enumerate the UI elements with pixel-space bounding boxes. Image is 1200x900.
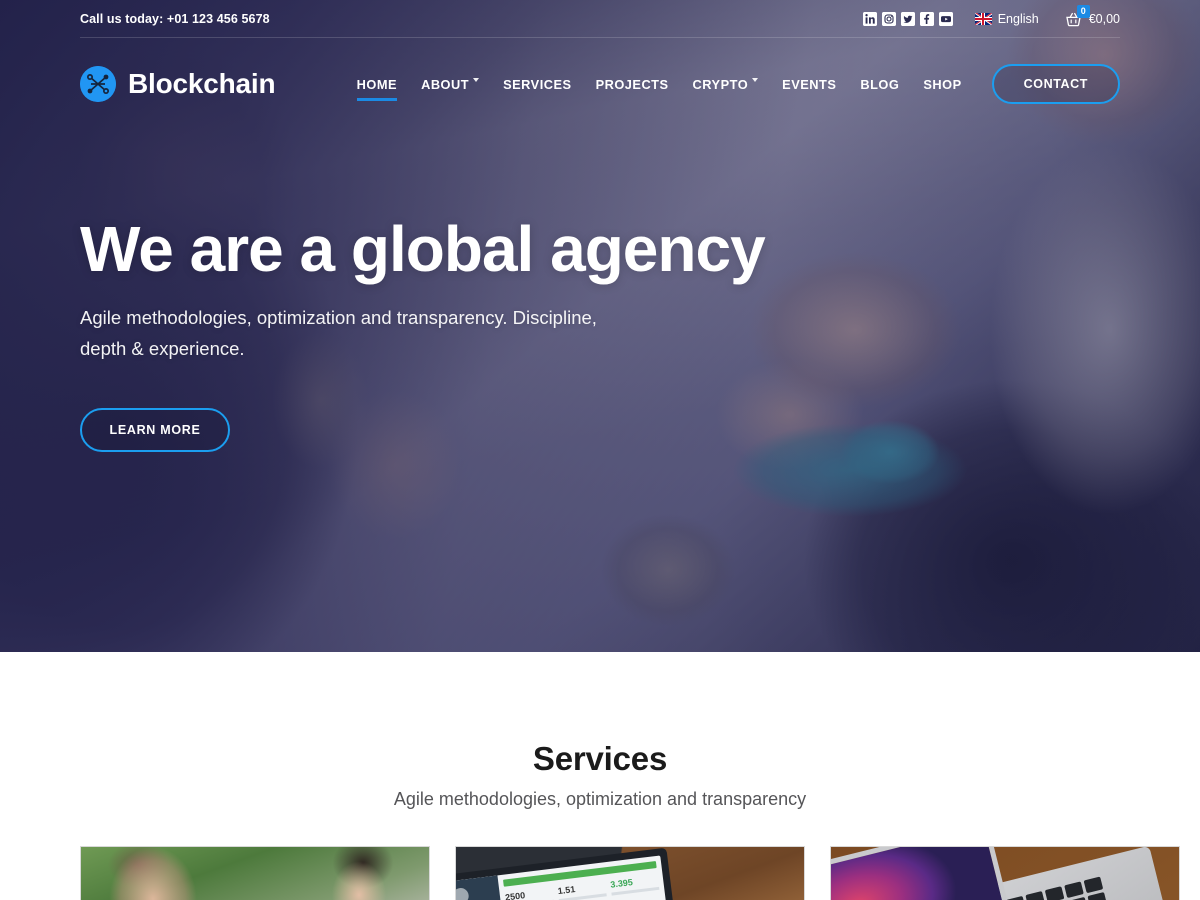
laptop-screen: 2500 1.51 3.395 4.967 3.313 7.325 bbox=[456, 855, 681, 900]
instagram-icon[interactable] bbox=[881, 12, 896, 26]
logo-link[interactable]: Blockchain bbox=[80, 66, 276, 102]
stat: 1.51 bbox=[557, 880, 607, 900]
social-links bbox=[862, 12, 953, 26]
services-header: Services Agile methodologies, optimizati… bbox=[0, 740, 1200, 810]
services-title: Services bbox=[532, 740, 668, 777]
laptop-device: 2500 1.51 3.395 4.967 3.313 7.325 bbox=[456, 847, 688, 900]
phone-label: Call us today: +01 123 456 5678 bbox=[80, 12, 270, 26]
nav-item-home[interactable]: HOME bbox=[345, 67, 409, 101]
avatar bbox=[456, 887, 470, 900]
laptop-analytics-dashboard-photo: 2500 1.51 3.395 4.967 3.313 7.325 bbox=[455, 846, 805, 900]
cart-icon-wrap: 0 bbox=[1065, 4, 1090, 27]
cart-widget[interactable]: 0 €0,00 bbox=[1065, 4, 1120, 27]
nav-item-events[interactable]: EVENTS bbox=[770, 67, 848, 101]
twitter-icon[interactable] bbox=[900, 12, 915, 26]
nav-label: PROJECTS bbox=[595, 76, 669, 92]
services-subtitle: Agile methodologies, optimization and tr… bbox=[393, 789, 807, 809]
services-section: Services Agile methodologies, optimizati… bbox=[0, 652, 1200, 900]
service-card[interactable] bbox=[830, 846, 1180, 900]
youtube-icon[interactable] bbox=[938, 12, 953, 26]
nav-item-shop[interactable]: SHOP bbox=[911, 67, 973, 101]
nav-label: ABOUT bbox=[421, 76, 470, 92]
main-navigation: HOME ABOUT SERVICES PROJECTS CRYPTO EVEN… bbox=[345, 64, 1120, 104]
chevron-down-icon bbox=[752, 78, 759, 82]
top-bar-right: English 0 €0,00 bbox=[862, 4, 1120, 27]
blockchain-network-logo-icon bbox=[80, 66, 116, 102]
site-header: Blockchain HOME ABOUT SERVICES PROJECTS … bbox=[0, 38, 1200, 130]
nav-item-crypto[interactable]: CRYPTO bbox=[681, 67, 771, 101]
nav-item-projects[interactable]: PROJECTS bbox=[584, 67, 681, 101]
stat: 7.325 bbox=[612, 896, 662, 900]
language-selector[interactable]: English bbox=[974, 12, 1039, 26]
brand-name: Blockchain bbox=[128, 68, 276, 99]
facebook-icon[interactable] bbox=[919, 12, 934, 26]
chevron-down-icon bbox=[473, 78, 480, 82]
hero-text-block: We are a global agency Agile methodologi… bbox=[0, 130, 1200, 452]
cart-count-badge: 0 bbox=[1076, 4, 1090, 18]
stat: 3.395 bbox=[610, 874, 660, 896]
dashboard-main: 2500 1.51 3.395 4.967 3.313 7.325 bbox=[497, 855, 680, 900]
nav-label: HOME bbox=[356, 76, 398, 92]
hero-content: Call us today: +01 123 456 5678 English … bbox=[0, 0, 1200, 452]
contact-button[interactable]: CONTACT bbox=[991, 64, 1120, 104]
nav-label: CRYPTO bbox=[692, 76, 749, 92]
hero-title: We are a global agency bbox=[80, 213, 766, 285]
uk-flag-icon bbox=[974, 13, 992, 25]
services-card-grid: 2500 1.51 3.395 4.967 3.313 7.325 bbox=[0, 846, 1200, 900]
macbook-and-phone-trading-photo bbox=[830, 846, 1180, 900]
stat-value: 7.325 bbox=[612, 896, 661, 900]
learn-more-button[interactable]: LEARN MORE bbox=[80, 407, 230, 452]
nav-item-services[interactable]: SERVICES bbox=[491, 67, 583, 101]
hero-subtitle: Agile methodologies, optimization and tr… bbox=[80, 306, 597, 359]
nav-label: SHOP bbox=[923, 76, 962, 92]
top-bar: Call us today: +01 123 456 5678 English … bbox=[0, 0, 1200, 38]
stat: 2500 bbox=[505, 887, 555, 900]
hero-section: Call us today: +01 123 456 5678 English … bbox=[0, 0, 1200, 652]
service-card[interactable]: 2500 1.51 3.395 4.967 3.313 7.325 bbox=[455, 846, 805, 900]
macbook-display bbox=[831, 847, 1022, 900]
language-label: English bbox=[997, 12, 1039, 26]
service-card[interactable] bbox=[80, 846, 430, 900]
stat-value: 2500 bbox=[504, 890, 526, 900]
nav-label: SERVICES bbox=[503, 76, 572, 92]
two-people-talking-outdoors-photo bbox=[80, 846, 430, 900]
nav-item-blog[interactable]: BLOG bbox=[848, 67, 911, 101]
linkedin-icon[interactable] bbox=[862, 12, 877, 26]
cart-total: €0,00 bbox=[1088, 12, 1120, 26]
nav-label: EVENTS bbox=[782, 76, 837, 92]
nav-item-about[interactable]: ABOUT bbox=[409, 67, 491, 101]
nav-label: BLOG bbox=[860, 76, 900, 92]
